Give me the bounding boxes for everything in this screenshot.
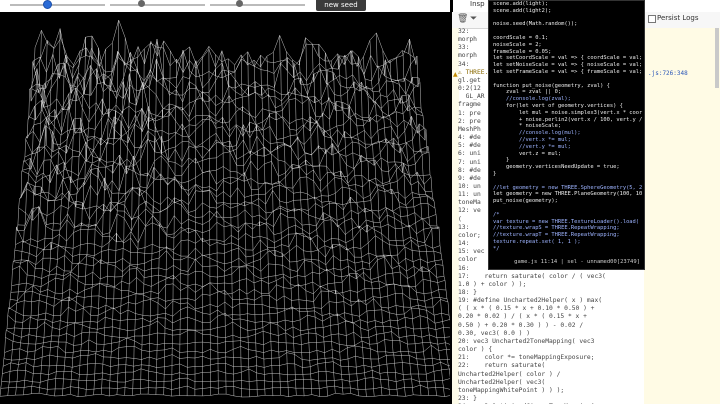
code-line: noiseScale = 2; xyxy=(493,41,542,48)
console-line: 0.50 ) + 0.20 * 0.30 ) ) - 0.02 / xyxy=(458,321,584,329)
console-line: 1.0 ) + color ) ); xyxy=(458,280,527,288)
code-line: * noiseScale; xyxy=(493,123,562,130)
code-line: let geometry = new THREE.PlaneGeometry(1… xyxy=(493,191,643,198)
noise-scale-slider[interactable] xyxy=(110,4,205,6)
three-canvas[interactable]: new seed xyxy=(0,0,450,404)
console-line: 18: } xyxy=(458,289,477,296)
code-line: geometry.verticesNeedUpdate = true; xyxy=(493,164,620,171)
code-line: scene.add(light2); xyxy=(493,7,552,14)
code-line: let setCoordScale = val => { coordScale … xyxy=(493,55,643,62)
code-line: //texture.wrapS = THREE.RepeatWrapping; xyxy=(493,225,620,232)
code-line: //console.log(zval); xyxy=(493,96,571,103)
code-line: let setFrameScale = val => { frameScale … xyxy=(493,68,643,75)
code-line: var texture = new THREE.TextureLoader().… xyxy=(493,218,640,225)
new-seed-button[interactable]: new seed xyxy=(316,0,366,11)
code-line: noise.seed(Math.random()); xyxy=(493,21,578,28)
editor-code-area[interactable]: scene.add(light); scene.add(light2); nois… xyxy=(493,1,683,251)
editor-status-bar: game.js 11:14 | sel - unnamed00[23749] xyxy=(514,259,640,265)
code-line: } xyxy=(493,157,510,164)
code-line: //console.log(mul); xyxy=(493,130,581,137)
code-line: scene.add(light); xyxy=(493,1,549,7)
noise-scale-slider-knob[interactable] xyxy=(138,0,145,7)
code-line: coordScale = 0.1; xyxy=(493,34,549,41)
code-line: } xyxy=(493,170,497,177)
console-line: color ) { xyxy=(458,346,493,354)
code-line: //vert.y *= mul; xyxy=(493,143,571,150)
console-line: ( ( x * ( 0.15 * x + 0.10 * 0.50 ) + xyxy=(458,305,595,313)
code-line: + noise.perlin2(vert.x / 100, vert.y / xyxy=(493,116,643,123)
code-line: function put_noise(geometry, zval) { xyxy=(493,82,610,89)
code-line: let mul = noise.simplex3(vert.x * coor xyxy=(493,109,643,116)
code-line: vert.z = mul; xyxy=(493,150,562,157)
code-line: texture.repeat.set( 1, 1 ); xyxy=(493,238,581,245)
filter-icon[interactable]: ⏷ xyxy=(470,14,477,24)
console-line: Uncharted2Helper( color ) / xyxy=(458,370,561,378)
code-line: */ xyxy=(493,245,500,251)
console-scrollbar[interactable] xyxy=(715,28,719,88)
console-line: 17: return saturate( color / ( vec3( xyxy=(458,272,606,280)
code-line: let setNoiseScale = val => { noiseScale … xyxy=(493,62,643,69)
console-line: 0.20 * 0.02 ) / ( x * ( 0.15 * x + xyxy=(458,313,587,321)
console-line: 23: } xyxy=(458,395,477,403)
frame-scale-slider-knob[interactable] xyxy=(236,0,243,7)
console-line: 22: return saturate( xyxy=(458,362,546,370)
code-line: for(let vert of geometry.vertices) { xyxy=(493,102,623,109)
code-editor[interactable]: scene.add(light); scene.add(light2); nois… xyxy=(488,0,645,270)
code-line: //vert.x *= mul; xyxy=(493,136,571,143)
console-line: 0.30, vec3( 0.0 ) ) xyxy=(458,329,531,337)
controls-bar: new seed xyxy=(0,0,450,12)
code-line: //let geometry = new THREE.SphereGeometr… xyxy=(493,184,643,191)
code-line: //texture.wrapT = THREE.RepeatWrapping; xyxy=(493,232,620,239)
code-line: frameScale = 0.05; xyxy=(493,48,552,55)
console-line: 20: vec3 Uncharted2ToneMapping( vec3 xyxy=(458,337,595,345)
code-line: /* xyxy=(493,211,500,218)
console-line: Uncharted2Helper( vec3( xyxy=(458,378,546,386)
code-line: zval = zval || 0; xyxy=(493,89,562,96)
wireframe-terrain xyxy=(0,19,450,398)
console-line: 21: color *= toneMappingExposure; xyxy=(458,354,595,362)
tab-inspector[interactable]: Insp xyxy=(470,0,485,8)
console-line: 19: #define Uncharted2Helper( x ) max( xyxy=(458,297,603,305)
coord-scale-slider[interactable] xyxy=(10,4,105,6)
trash-icon[interactable]: 🗑 xyxy=(457,14,468,24)
code-line: put_noise(geometry); xyxy=(493,198,558,205)
frame-scale-slider[interactable] xyxy=(210,4,305,6)
console-line: toneMappingWhitePoint ) ) ); xyxy=(458,386,565,394)
coord-scale-slider-knob[interactable] xyxy=(43,0,52,9)
